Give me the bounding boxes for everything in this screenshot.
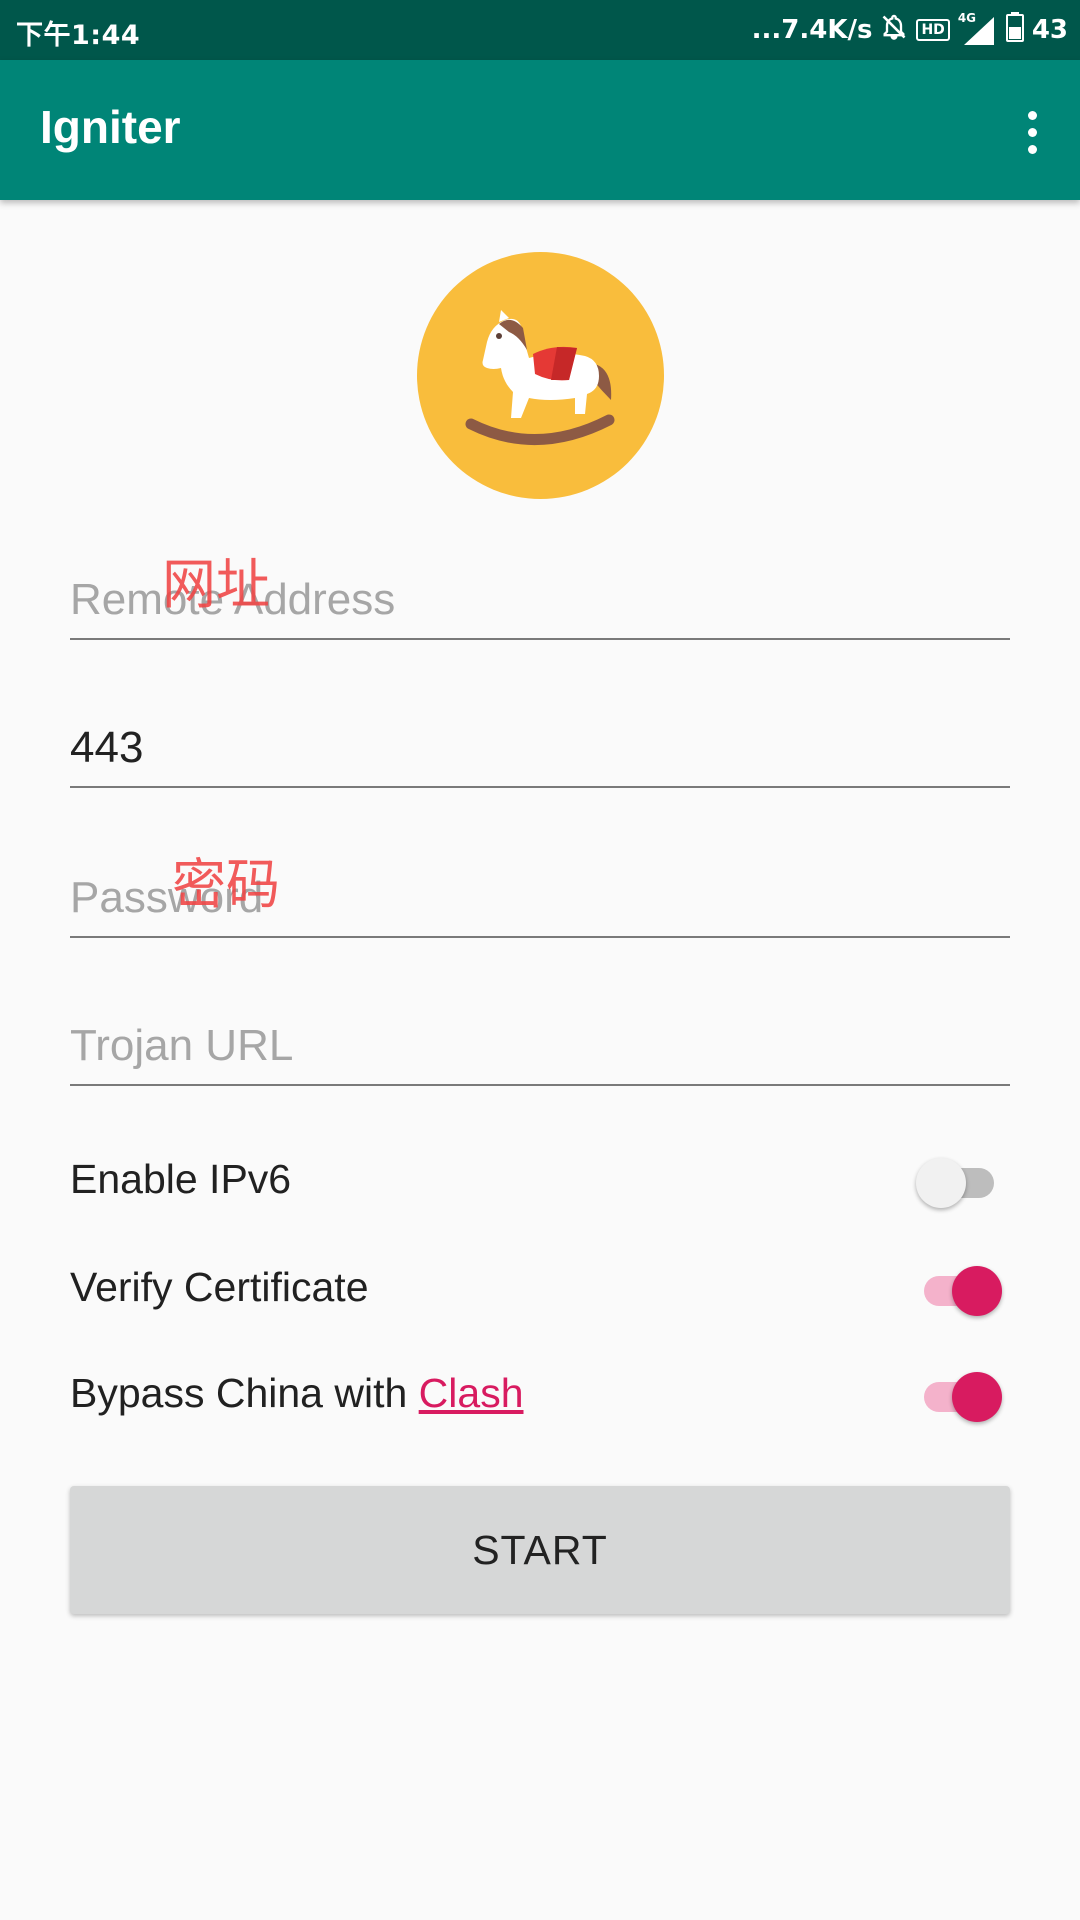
port-input[interactable] xyxy=(70,710,1010,788)
ipv6-row: Enable IPv6 xyxy=(70,1142,1010,1222)
verify-certificate-switch[interactable] xyxy=(916,1266,1002,1316)
bypass-china-label: Bypass China with Clash xyxy=(70,1370,524,1417)
bypass-china-switch[interactable] xyxy=(916,1372,1002,1422)
hd-icon: HD xyxy=(916,19,950,41)
battery-icon xyxy=(1005,11,1024,49)
app-bar: Igniter xyxy=(0,60,1080,200)
remote-address-input[interactable] xyxy=(70,562,1010,640)
ipv6-switch[interactable] xyxy=(916,1158,1002,1208)
ipv6-label: Enable IPv6 xyxy=(70,1156,292,1202)
clash-link[interactable]: Clash xyxy=(419,1370,524,1416)
password-input[interactable] xyxy=(70,860,1010,938)
network-speed: ...7.4K/s xyxy=(751,15,873,45)
status-bar: 下午1:44 ...7.4K/s HD 4G 43 xyxy=(0,0,1080,60)
bypass-china-label-prefix: Bypass China with xyxy=(70,1370,419,1416)
trojan-url-input[interactable] xyxy=(70,1008,1010,1086)
verify-certificate-row: Verify Certificate xyxy=(70,1250,1010,1330)
rocking-horse-icon xyxy=(417,252,664,499)
status-icons: ...7.4K/s HD 4G 43 xyxy=(751,11,1068,49)
bypass-china-row: Bypass China with Clash xyxy=(70,1356,1010,1436)
app-title: Igniter xyxy=(40,101,181,153)
verify-certificate-label: Verify Certificate xyxy=(70,1264,369,1310)
start-button[interactable]: START xyxy=(70,1486,1010,1614)
battery-level: 43 xyxy=(1031,15,1068,45)
mute-icon xyxy=(880,13,908,48)
status-time: 下午1:44 xyxy=(16,20,141,51)
signal-icon: 4G xyxy=(958,11,998,45)
overflow-menu-icon[interactable] xyxy=(984,84,1080,180)
